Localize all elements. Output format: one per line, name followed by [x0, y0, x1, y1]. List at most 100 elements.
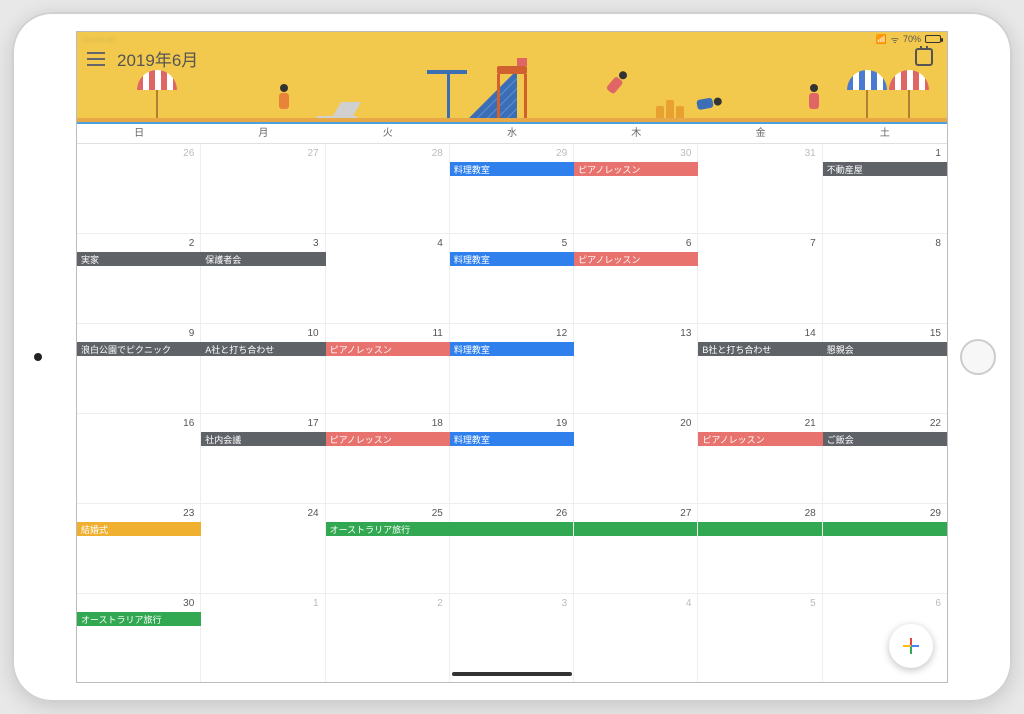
person-decoration — [807, 84, 821, 120]
sandcastle-decoration — [655, 100, 685, 120]
calendar-cell[interactable]: 7 — [698, 234, 822, 324]
date-number: 11 — [432, 328, 442, 339]
calendar-cell[interactable]: 3 — [450, 594, 574, 683]
ipad-frame: — — — 📶 ᯤ 70% 2019年6月 — [12, 12, 1012, 702]
calendar-event[interactable]: B社と打ち合わせ — [698, 342, 822, 356]
calendar-grid[interactable]: 26272829料理教室30ピアノレッスン311不動産屋2実家3保護者会45料理… — [77, 144, 947, 683]
calendar-cell[interactable]: 27 — [574, 504, 698, 594]
calendar-event[interactable]: 社内会議 — [201, 432, 325, 446]
calendar-cell[interactable]: 28 — [698, 504, 822, 594]
date-number: 12 — [556, 328, 567, 339]
calendar-event[interactable]: ご飯会 — [823, 432, 947, 446]
calendar-cell[interactable]: 30ピアノレッスン — [574, 144, 698, 234]
calendar-event[interactable]: オーストラリア旅行 — [77, 612, 201, 626]
battery-icon — [925, 35, 941, 43]
date-number: 8 — [935, 238, 941, 249]
date-number: 29 — [556, 148, 567, 159]
calendar-cell[interactable]: 27 — [201, 144, 325, 234]
calendar-cell[interactable]: 26 — [450, 504, 574, 594]
calendar-cell[interactable]: 13 — [574, 324, 698, 414]
calendar-cell[interactable]: 4 — [326, 234, 450, 324]
calendar-cell[interactable]: 29 — [823, 504, 947, 594]
calendar-cell[interactable]: 18ピアノレッスン — [326, 414, 450, 504]
calendar-cell[interactable]: 1 — [201, 594, 325, 683]
calendar-cell[interactable]: 28 — [326, 144, 450, 234]
month-title[interactable]: 2019年6月 — [117, 46, 198, 71]
calendar-cell[interactable]: 15懇親会 — [823, 324, 947, 414]
date-number: 6 — [686, 238, 692, 249]
home-indicator[interactable] — [452, 672, 572, 676]
weekday-label: 日 — [77, 124, 201, 144]
date-number: 19 — [556, 418, 567, 429]
date-number: 6 — [935, 598, 941, 609]
calendar-event[interactable]: ピアノレッスン — [326, 432, 450, 446]
calendar-event[interactable]: 不動産屋 — [823, 162, 947, 176]
front-camera — [34, 353, 42, 361]
calendar-cell[interactable]: 10A社と打ち合わせ — [201, 324, 325, 414]
calendar-cell[interactable]: 21ピアノレッスン — [698, 414, 822, 504]
calendar-cell[interactable]: 17 社内会議 — [201, 414, 325, 504]
calendar-cell[interactable]: 14 B社と打ち合わせ — [698, 324, 822, 414]
calendar-cell[interactable]: 26 — [77, 144, 201, 234]
date-number: 5 — [810, 598, 816, 609]
calendar-cell[interactable]: 11 ピアノレッスン — [326, 324, 450, 414]
calendar-event[interactable]: 保護者会 — [201, 252, 325, 266]
calendar-cell[interactable]: 22 ご飯会 — [823, 414, 947, 504]
weekday-label: 月 — [201, 124, 325, 144]
date-number: 24 — [307, 508, 318, 519]
calendar-cell[interactable]: 8 — [823, 234, 947, 324]
calendar-cell[interactable]: 24 — [201, 504, 325, 594]
calendar-cell[interactable]: 12 料理教室 — [450, 324, 574, 414]
home-button[interactable] — [960, 339, 996, 375]
calendar-cell[interactable]: 20 — [574, 414, 698, 504]
calendar-event[interactable]: 料理教室 — [450, 432, 574, 446]
calendar-event[interactable]: 懇親会 — [823, 342, 947, 356]
calendar-cell[interactable]: 5料理教室 — [450, 234, 574, 324]
menu-icon[interactable] — [87, 52, 105, 66]
wifi-icon: 📶 — [876, 34, 887, 45]
calendar-event[interactable]: 料理教室 — [450, 342, 574, 356]
calendar-event[interactable]: ピアノレッスン — [698, 432, 822, 446]
calendar-cell[interactable]: 5 — [698, 594, 822, 683]
app-screen: — — — 📶 ᯤ 70% 2019年6月 — [76, 31, 948, 683]
calendar-cell[interactable]: 1 不動産屋 — [823, 144, 947, 234]
calendar-cell[interactable]: 3保護者会 — [201, 234, 325, 324]
calendar-event[interactable]: ピアノレッスン — [574, 252, 698, 266]
weekday-label: 火 — [326, 124, 450, 144]
calendar-cell[interactable]: 29 料理教室 — [450, 144, 574, 234]
date-number: 23 — [183, 508, 194, 519]
weekday-label: 土 — [823, 124, 947, 144]
calendar-cell[interactable]: 4 — [574, 594, 698, 683]
calendar-cell[interactable]: 16 — [77, 414, 201, 504]
calendar-cell[interactable]: 25オーストラリア旅行 — [326, 504, 450, 594]
calendar-cell[interactable]: 30オーストラリア旅行 — [77, 594, 201, 683]
calendar-event[interactable]: A社と打ち合わせ — [201, 342, 325, 356]
calendar-event[interactable]: 実家 — [77, 252, 201, 266]
date-number: 22 — [930, 418, 941, 429]
calendar-cell[interactable]: 2 — [326, 594, 450, 683]
calendar-event[interactable]: 料理教室 — [450, 162, 574, 176]
today-icon[interactable] — [915, 48, 933, 66]
diver-decoration — [597, 68, 631, 105]
create-event-fab[interactable] — [889, 624, 933, 668]
date-number: 26 — [556, 508, 567, 519]
calendar-event[interactable]: 料理教室 — [450, 252, 574, 266]
calendar-event[interactable]: 結婚式 — [77, 522, 201, 536]
calendar-cell[interactable]: 19 料理教室 — [450, 414, 574, 504]
person-decoration — [685, 94, 723, 114]
status-right: 📶 ᯤ 70% — [876, 33, 941, 46]
date-number: 14 — [805, 328, 816, 339]
calendar-event[interactable]: 浪白公園でピクニック — [77, 342, 201, 356]
plus-icon — [903, 638, 919, 654]
calendar-event[interactable]: ピアノレッスン — [574, 162, 698, 176]
date-number: 17 — [307, 418, 318, 429]
calendar-cell[interactable]: 9浪白公園でピクニック — [77, 324, 201, 414]
calendar-cell[interactable]: 31 — [698, 144, 822, 234]
calendar-cell[interactable]: 6 ピアノレッスン — [574, 234, 698, 324]
calendar-event[interactable]: ピアノレッスン — [326, 342, 450, 356]
date-number: 4 — [437, 238, 443, 249]
calendar-cell[interactable]: 23 結婚式 — [77, 504, 201, 594]
date-number: 1 — [935, 148, 941, 159]
calendar-cell[interactable]: 2実家 — [77, 234, 201, 324]
date-number: 20 — [680, 418, 691, 429]
